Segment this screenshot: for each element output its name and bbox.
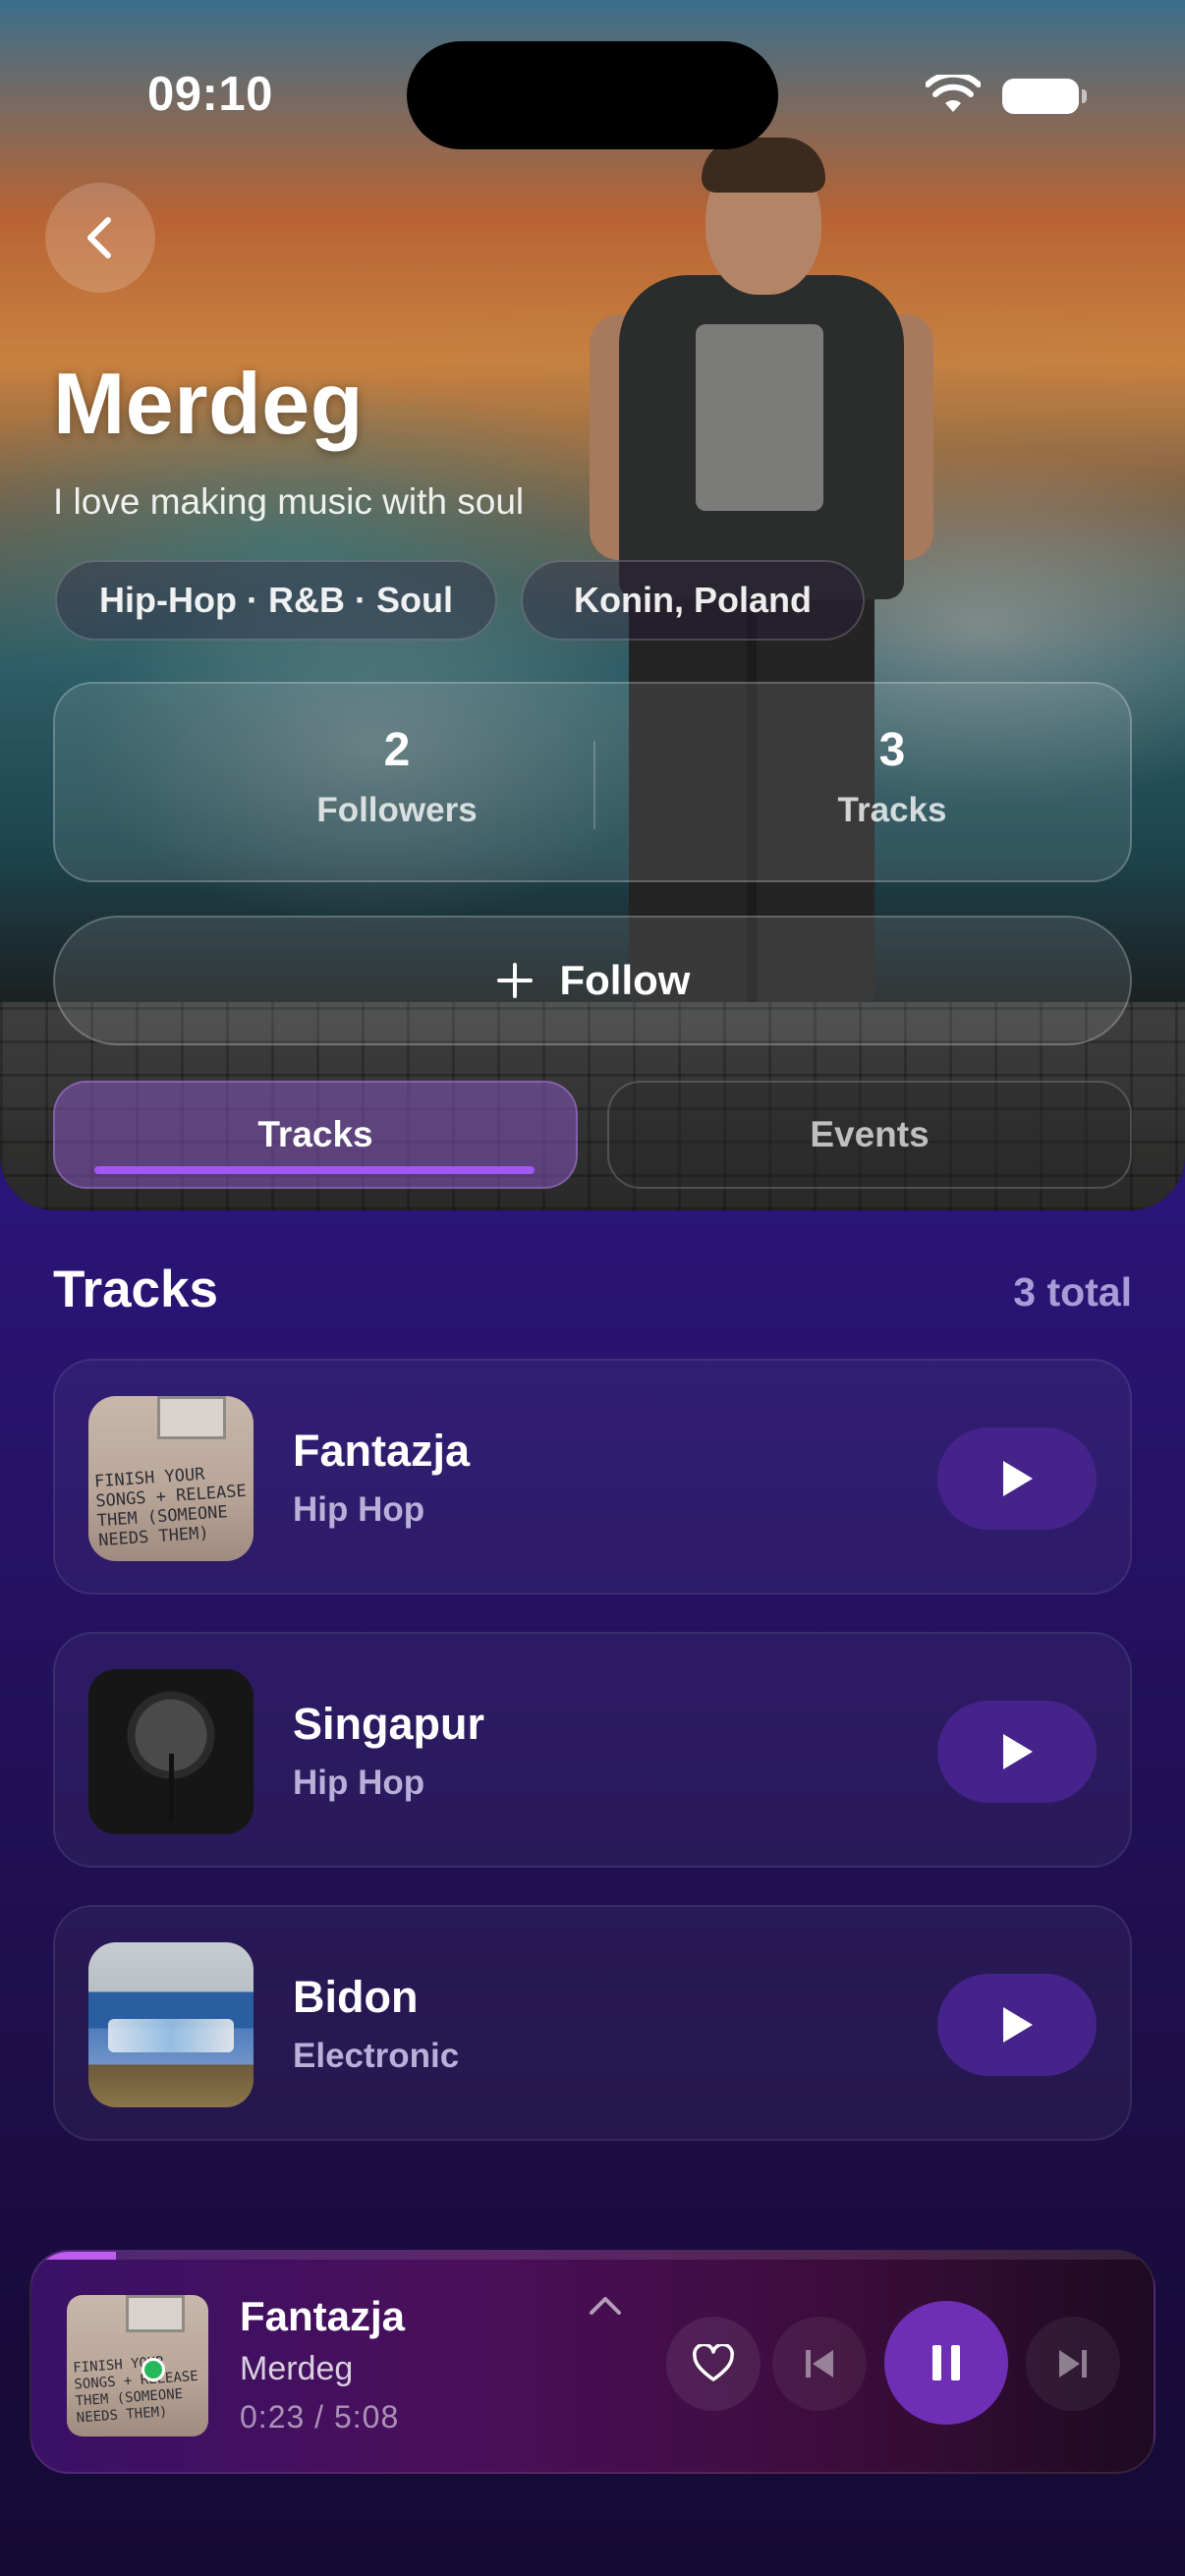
track-artwork	[88, 1942, 254, 2107]
track-card[interactable]: Bidon Electronic	[53, 1905, 1132, 2141]
chevron-up-icon[interactable]	[586, 2291, 625, 2321]
location-chip: Konin, Poland	[521, 560, 865, 641]
play-button[interactable]	[937, 1974, 1097, 2076]
followers-stat[interactable]: 2 Followers	[200, 723, 593, 830]
followers-count: 2	[383, 724, 411, 776]
battery-icon	[1002, 79, 1087, 114]
track-card[interactable]: Singapur Hip Hop	[53, 1632, 1132, 1868]
tracks-label: Tracks	[837, 791, 947, 829]
skip-next-icon	[1059, 2350, 1087, 2378]
active-tab-indicator	[94, 1166, 535, 1174]
mini-player[interactable]: FINISH YOUR SONGS + RELEASE THEM (SOMEON…	[29, 2250, 1156, 2474]
followers-label: Followers	[316, 791, 478, 829]
previous-button[interactable]	[772, 2317, 867, 2411]
tracks-stat[interactable]: 3 Tracks	[696, 723, 1089, 830]
track-card[interactable]: FINISH YOUR SONGS + RELEASE THEM (SOMEON…	[53, 1359, 1132, 1595]
dynamic-island	[407, 41, 778, 149]
stats-divider	[593, 741, 595, 829]
play-icon	[1003, 2007, 1033, 2043]
stats-card: 2 Followers 3 Tracks	[53, 682, 1132, 882]
track-genre: Hip Hop	[293, 1490, 425, 1529]
genres-chip: Hip-Hop · R&B · Soul	[55, 560, 497, 641]
like-button[interactable]	[666, 2317, 761, 2411]
tracks-count: 3	[878, 724, 906, 776]
pause-button[interactable]	[884, 2301, 1008, 2425]
play-button[interactable]	[937, 1701, 1097, 1803]
artist-name: Merdeg	[53, 355, 364, 452]
skip-previous-icon	[806, 2350, 833, 2378]
artist-bio: I love making music with soul	[53, 481, 525, 522]
play-icon	[1003, 1734, 1033, 1769]
track-title: Singapur	[293, 1699, 485, 1749]
tracks-total-count: 3 total	[1013, 1269, 1132, 1315]
playback-progress-fill	[31, 2252, 116, 2260]
follow-label: Follow	[559, 957, 691, 1003]
playback-progress-bar[interactable]	[31, 2252, 1154, 2260]
track-artwork: FINISH YOUR SONGS + RELEASE THEM (SOMEON…	[88, 1396, 254, 1561]
now-playing-artist: Merdeg	[240, 2350, 354, 2387]
back-chevron-icon	[87, 217, 111, 258]
next-button[interactable]	[1026, 2317, 1120, 2411]
track-title: Fantazja	[293, 1426, 471, 1476]
pause-icon	[932, 2345, 960, 2380]
track-genre: Hip Hop	[293, 1764, 425, 1802]
plus-icon	[496, 963, 533, 998]
live-indicator-dot	[141, 2358, 165, 2381]
follow-button[interactable]: Follow	[53, 916, 1132, 1045]
heart-icon	[693, 2344, 734, 2381]
now-playing-artwork: FINISH YOUR SONGS + RELEASE THEM (SOMEON…	[67, 2295, 208, 2436]
track-genre: Electronic	[293, 2037, 460, 2075]
tracks-section-title: Tracks	[53, 1260, 218, 1318]
artist-hero: 09:10 Merdeg I love making music with so…	[0, 0, 1185, 1210]
wifi-icon	[926, 75, 981, 112]
play-icon	[1003, 1461, 1033, 1496]
tab-events[interactable]: Events	[607, 1081, 1132, 1189]
track-artwork	[88, 1669, 254, 1834]
status-bar-time: 09:10	[147, 68, 273, 121]
back-button[interactable]	[45, 183, 155, 293]
now-playing-title: Fantazja	[240, 2293, 406, 2339]
now-playing-time: 0:23 / 5:08	[240, 2399, 400, 2435]
play-button[interactable]	[937, 1428, 1097, 1530]
track-title: Bidon	[293, 1972, 419, 2022]
